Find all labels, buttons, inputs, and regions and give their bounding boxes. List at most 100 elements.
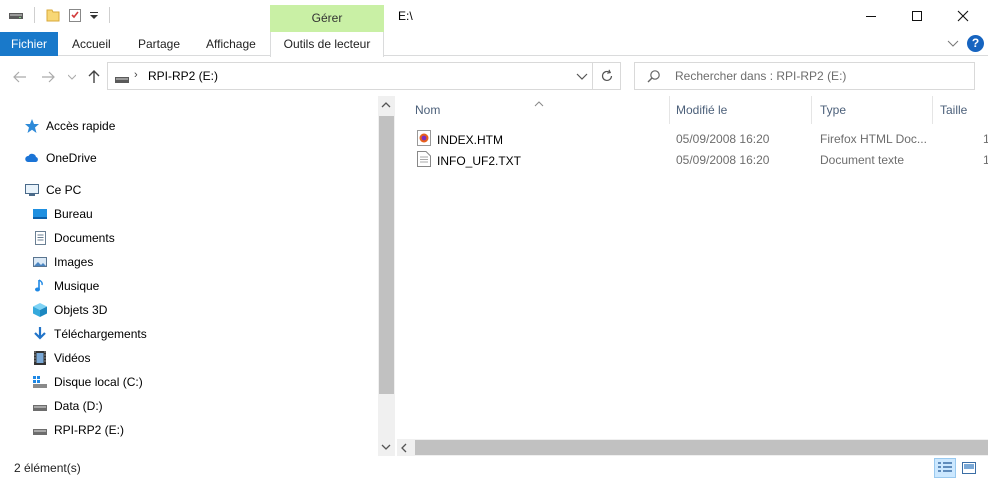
ribbon-tabs: Fichier Accueil Partage Affichage Outils… [0, 32, 988, 57]
refresh-button[interactable] [592, 63, 620, 89]
nav-item-pictures[interactable]: Images [32, 251, 93, 273]
images-icon [32, 254, 48, 270]
qat-dropdown-icon[interactable] [89, 10, 99, 20]
nav-item-onedrive[interactable]: OneDrive [24, 147, 97, 169]
forward-arrow-icon [42, 71, 55, 83]
video-icon [32, 350, 48, 366]
search-box[interactable]: Rechercher dans : RPI-RP2 (E:) [634, 62, 975, 90]
navigation-pane-scrollbar[interactable] [378, 96, 395, 456]
forward-button[interactable] [40, 69, 56, 85]
scroll-up-icon[interactable] [381, 100, 391, 110]
breadcrumb-drive[interactable]: RPI-RP2 (E:) [148, 69, 218, 83]
item-count: 2 élément(s) [14, 461, 81, 475]
up-button[interactable] [86, 69, 102, 85]
nav-item-downloads[interactable]: Téléchargements [32, 323, 147, 345]
file-row[interactable]: INDEX.HTM 05/09/2008 16:20 Firefox HTML … [397, 129, 988, 150]
nav-item-label: RPI-RP2 (E:) [54, 423, 125, 437]
column-header-name[interactable]: Nom [407, 96, 669, 124]
scrollbar-thumb[interactable] [379, 116, 394, 394]
column-header-type[interactable]: Type [812, 96, 932, 124]
toolbar-divider [34, 7, 35, 23]
nav-item-label: Accès rapide [46, 119, 116, 133]
nav-item-label: OneDrive [46, 151, 97, 165]
view-switcher [934, 458, 980, 478]
download-icon [32, 326, 48, 342]
recent-locations-button[interactable] [64, 69, 80, 85]
file-list-horizontal-scrollbar[interactable] [397, 439, 988, 456]
breadcrumb-separator[interactable]: › [134, 69, 138, 81]
tab-share[interactable]: Partage [136, 32, 182, 56]
window-title: E:\ [398, 9, 413, 23]
nav-item-documents[interactable]: Documents [32, 227, 115, 249]
status-bar: 2 élément(s) [0, 456, 988, 480]
scrollbar-thumb[interactable] [415, 440, 988, 455]
back-button[interactable] [12, 69, 28, 85]
file-date-cell: 05/09/2008 16:20 [676, 132, 770, 146]
close-button[interactable] [940, 0, 986, 32]
cloud-icon [24, 150, 40, 166]
nav-item-local-disk-c[interactable]: Disque local (C:) [32, 371, 143, 393]
quick-access-toolbar [8, 7, 114, 23]
large-icons-view-icon [962, 462, 976, 474]
nav-item-label: Documents [54, 231, 115, 245]
up-arrow-icon [88, 70, 100, 83]
nav-item-label: Téléchargements [54, 327, 147, 341]
nav-item-label: Data (D:) [54, 399, 103, 413]
minimize-button[interactable] [848, 0, 894, 32]
refresh-icon [601, 69, 612, 82]
address-bar[interactable]: › RPI-RP2 (E:) [107, 62, 621, 90]
file-list: Nom Modifié le Type Taille INDEX.HTM 05/… [397, 96, 988, 456]
nav-item-rpi-rp2-e[interactable]: RPI-RP2 (E:) [32, 419, 124, 441]
properties-check-icon[interactable] [67, 7, 83, 23]
nav-item-videos[interactable]: Vidéos [32, 347, 90, 369]
maximize-button[interactable] [894, 0, 940, 32]
close-icon [957, 10, 969, 22]
music-icon [32, 278, 48, 294]
nav-item-label: Musique [54, 279, 100, 293]
folder-properties-icon[interactable] [45, 7, 61, 23]
toolbar-divider [109, 7, 110, 23]
ribbon-expand-icon[interactable] [947, 40, 959, 48]
drive-icon [114, 73, 130, 87]
file-type-cell: Firefox HTML Doc... [820, 132, 927, 146]
back-arrow-icon [13, 71, 26, 83]
nav-item-this-pc[interactable]: Ce PC [24, 179, 81, 201]
title-bar: Gérer E:\ [0, 0, 988, 32]
tab-file[interactable]: Fichier [0, 32, 58, 56]
text-file-icon [417, 151, 431, 170]
scroll-down-icon[interactable] [381, 442, 391, 452]
chevron-down-icon [68, 74, 76, 80]
nav-item-quick-access[interactable]: Accès rapide [24, 115, 115, 137]
drive-icon [8, 10, 24, 20]
file-size-cell: 1 [983, 132, 988, 146]
file-row[interactable]: INFO_UF2.TXT 05/09/2008 16:20 Document t… [397, 150, 988, 171]
address-history-icon[interactable] [576, 70, 588, 84]
desktop-icon [32, 206, 48, 222]
scroll-left-icon[interactable] [401, 442, 407, 456]
ribbon-controls: ? [947, 35, 984, 52]
drive-icon [32, 422, 48, 438]
tab-drive-tools[interactable]: Outils de lecteur [270, 32, 384, 57]
column-header-size[interactable]: Taille [932, 96, 988, 124]
file-name-cell[interactable]: INFO_UF2.TXT [417, 151, 521, 170]
details-view-button[interactable] [934, 458, 956, 478]
nav-item-label: Ce PC [46, 183, 82, 197]
help-icon[interactable]: ? [967, 35, 984, 52]
large-icons-view-button[interactable] [958, 458, 980, 478]
nav-item-data-d[interactable]: Data (D:) [32, 395, 103, 417]
column-header-modified[interactable]: Modifié le [668, 96, 811, 124]
file-date-cell: 05/09/2008 16:20 [676, 153, 770, 167]
nav-item-3d-objects[interactable]: Objets 3D [32, 299, 107, 321]
file-name-cell[interactable]: INDEX.HTM [417, 130, 503, 149]
minimize-icon [866, 16, 876, 17]
nav-item-label: Vidéos [54, 351, 91, 365]
star-icon [24, 118, 40, 134]
nav-item-desktop[interactable]: Bureau [32, 203, 93, 225]
nav-item-label: Objets 3D [54, 303, 108, 317]
nav-item-music[interactable]: Musique [32, 275, 99, 297]
tab-view[interactable]: Affichage [204, 32, 258, 56]
tab-home[interactable]: Accueil [70, 32, 113, 56]
search-placeholder[interactable]: Rechercher dans : RPI-RP2 (E:) [675, 69, 846, 83]
maximize-icon [912, 11, 922, 21]
file-type-cell: Document texte [820, 153, 905, 167]
